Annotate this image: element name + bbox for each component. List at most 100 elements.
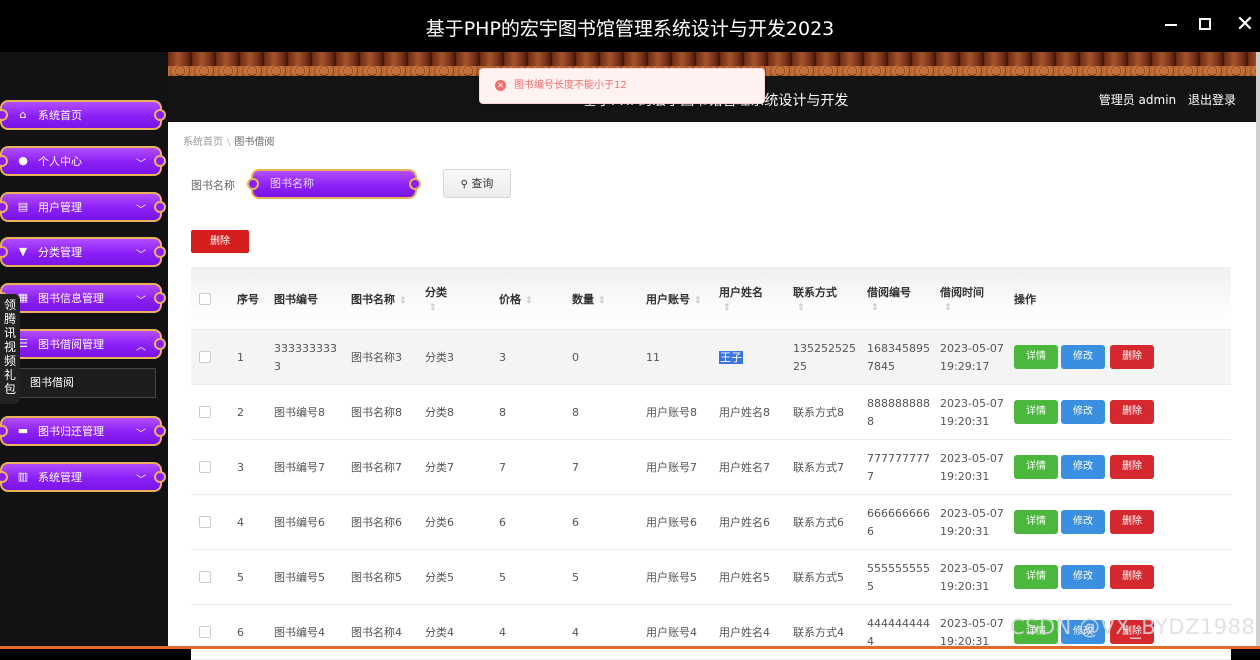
book-name-value: 图书名称6 [351, 516, 402, 529]
edit-button[interactable]: 修改 [1061, 565, 1105, 589]
detail-button[interactable]: 详情 [1014, 510, 1058, 534]
select-all-checkbox[interactable] [199, 293, 211, 305]
query-button[interactable]: ⚲ 查询 [443, 169, 511, 198]
sidebar-item-4[interactable]: ▼ 分类管理 ﹀ [0, 237, 166, 267]
price-cell: 4 [499, 624, 506, 642]
user-account-value: 用户账号8 [646, 406, 697, 419]
delete-button[interactable]: 删除 [1110, 400, 1154, 424]
chevron-down-icon: ﹀ [136, 429, 146, 440]
sort-icon[interactable]: ⇕ [399, 296, 407, 306]
window-title: 基于PHP的宏宇图书馆管理系统设计与开发2023 [425, 18, 835, 40]
column-header[interactable]: 价格 ⇕ [499, 267, 533, 330]
sidebar-item-5[interactable]: ▦ 图书信息管理 ﹀ [0, 283, 166, 313]
row-checkbox[interactable] [199, 461, 211, 473]
borrow-time-cell: 2023-05-07 19:20:31 [940, 395, 1004, 431]
table-row[interactable]: 5 图书编号5 图书名称5 分类5 5 5 用户账号5 用户姓名5 联系方式5 555555555… [191, 550, 1231, 605]
contact-cell: 联系方式8 [793, 404, 844, 422]
column-header[interactable]: 联系方式 ⇕ [793, 267, 837, 330]
sidebar-item-1[interactable]: ⌂ 系统首页 [0, 100, 166, 130]
row-checkbox[interactable] [199, 406, 211, 418]
contact-cell: 联系方式4 [793, 624, 844, 642]
breadcrumb-home[interactable]: 系统首页 [183, 137, 223, 148]
menu-knob-right [154, 246, 166, 258]
column-header[interactable]: 图书名称 ⇕ [351, 267, 407, 330]
menu-knob-left [0, 471, 8, 483]
sort-icon[interactable]: ⇕ [525, 296, 533, 306]
detail-button[interactable]: 详情 [1014, 455, 1058, 479]
sidebar-item-7[interactable]: ▬ 图书归还管理 ﹀ [0, 416, 166, 446]
column-header[interactable]: 数量 ⇕ [572, 267, 606, 330]
minimize-icon [1165, 24, 1177, 26]
table-row[interactable]: 2 图书编号8 图书名称8 分类8 8 8 用户账号8 用户姓名8 联系方式8 888888888… [191, 385, 1231, 440]
row-checkbox[interactable] [199, 571, 211, 583]
sort-icon[interactable]: ⇕ [944, 303, 984, 313]
chevron-down-icon: ﹀ [136, 475, 146, 486]
contact-cell: 联系方式7 [793, 459, 844, 477]
edit-button[interactable]: 修改 [1061, 400, 1105, 424]
column-header[interactable]: 分类 ⇕ [425, 267, 447, 330]
sort-icon[interactable]: ⇕ [694, 296, 702, 306]
table-row[interactable]: 1 333333333 3 图书名称3 分类3 3 0 11 王子 135252525 25 16… [191, 330, 1231, 385]
submenu-item-borrow[interactable]: 图书借阅 [16, 368, 156, 398]
delete-button[interactable]: 删除 [1110, 565, 1154, 589]
row-number-cell: 3 [237, 459, 244, 477]
sidebar-item-8[interactable]: ▥ 系统管理 ﹀ [0, 462, 166, 492]
row-checkbox[interactable] [199, 626, 211, 638]
column-header[interactable]: 用户姓名 ⇕ [719, 267, 763, 330]
edit-button[interactable]: 修改 [1061, 455, 1105, 479]
user-name-value: 用户姓名7 [719, 461, 770, 474]
sort-icon[interactable]: ⇕ [429, 303, 447, 313]
page-scrollbar[interactable] [1256, 52, 1260, 649]
sort-icon[interactable]: ⇕ [723, 303, 763, 313]
close-button[interactable]: ✕ [1232, 12, 1258, 38]
row-checkbox[interactable] [199, 351, 211, 363]
book-name-cell: 图书名称8 [351, 404, 402, 422]
column-header[interactable]: 用户账号 ⇕ [646, 267, 702, 330]
category-cell: 分类6 [425, 514, 454, 532]
user-name-cell: 用户姓名5 [719, 569, 770, 587]
edit-button[interactable]: 修改 [1061, 345, 1105, 369]
title-bar: 基于PHP的宏宇图书馆管理系统设计与开发2023 ✕ [0, 0, 1260, 52]
sort-icon[interactable]: ⇕ [598, 296, 606, 306]
sort-icon[interactable]: ⇕ [871, 303, 911, 313]
book-name-value: 图书名称3 [351, 351, 402, 364]
sidebar-item-2[interactable]: ● 个人中心 ﹀ [0, 146, 166, 176]
detail-button[interactable]: 详情 [1014, 345, 1058, 369]
borrow-time-value: 2023-05-07 19:29:17 [940, 342, 1004, 373]
delete-button[interactable]: 删除 [1110, 510, 1154, 534]
column-header[interactable]: 借阅编号 ⇕ [867, 267, 911, 330]
logout-link[interactable]: 退出登录 [1188, 93, 1236, 107]
detail-button[interactable]: 详情 [1014, 400, 1058, 424]
maximize-button[interactable] [1192, 12, 1218, 38]
menu-knob-right [154, 109, 166, 121]
promo-side-tag[interactable]: 领 腾 讯 视 频 礼 包 [0, 294, 20, 404]
category-value: 分类3 [425, 351, 454, 364]
input-knob-right [409, 178, 421, 190]
borrow-number-cell: 168345895 7845 [867, 340, 930, 376]
detail-button[interactable]: 详情 [1014, 565, 1058, 589]
delete-button[interactable]: 删除 [1110, 455, 1154, 479]
borrow-number-value: 666666666 6 [867, 507, 930, 538]
sidebar-item-label: 图书借阅管理 [38, 338, 104, 351]
sort-icon[interactable]: ⇕ [797, 303, 837, 313]
batch-delete-button[interactable]: 删除 [191, 230, 249, 253]
borrow-time-value: 2023-05-07 19:20:31 [940, 452, 1004, 483]
category-value: 分类8 [425, 406, 454, 419]
table-row[interactable]: 4 图书编号6 图书名称6 分类6 6 6 用户账号6 用户姓名6 联系方式6 666666666… [191, 495, 1231, 550]
sidebar-item-6[interactable]: ☰ 图书借阅管理 ︿ [0, 329, 166, 359]
sidebar-item-3[interactable]: ▤ 用户管理 ﹀ [0, 192, 166, 222]
delete-button[interactable]: 删除 [1110, 345, 1154, 369]
row-checkbox[interactable] [199, 516, 211, 528]
user-account-value: 用户账号5 [646, 571, 697, 584]
book-name-search-input[interactable]: 图书名称 [247, 169, 421, 199]
edit-button[interactable]: 修改 [1061, 510, 1105, 534]
column-header[interactable]: 借阅时间 ⇕ [940, 267, 984, 330]
book-number-value: 图书编号7 [274, 461, 325, 474]
user-account-cell: 用户账号4 [646, 624, 697, 642]
book-number-cell: 333333333 3 [274, 340, 337, 376]
book-name-cell: 图书名称7 [351, 459, 402, 477]
contact-cell: 联系方式5 [793, 569, 844, 587]
minimize-button[interactable] [1158, 12, 1184, 38]
table-row[interactable]: 3 图书编号7 图书名称7 分类7 7 7 用户账号7 用户姓名7 联系方式7 777777777… [191, 440, 1231, 495]
row-number-cell: 6 [237, 624, 244, 642]
